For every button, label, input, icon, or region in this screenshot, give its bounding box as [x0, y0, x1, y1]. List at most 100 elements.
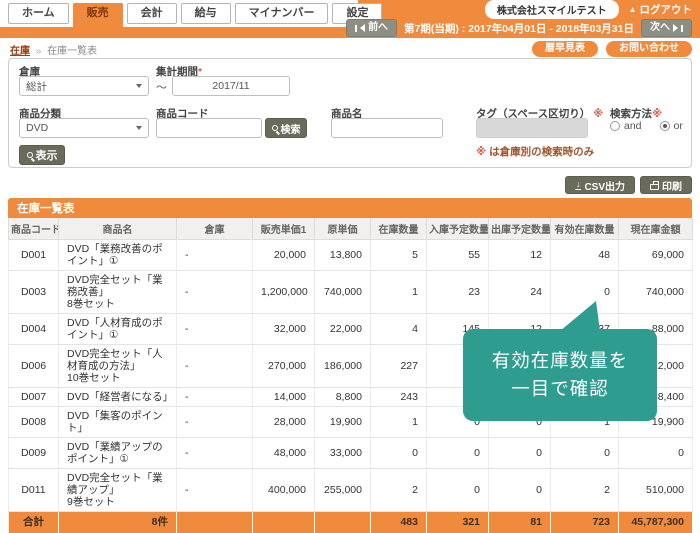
category-select[interactable]: DVD [19, 118, 149, 138]
product-code-cell: D003 [9, 270, 59, 313]
radio-and[interactable]: and [610, 120, 642, 132]
stock-qty-cell: 227 [371, 344, 427, 387]
cost-price-cell: 255,000 [315, 468, 371, 511]
prev-icon [355, 25, 357, 32]
csv-export-button[interactable]: ↓CSV出力 [565, 176, 635, 194]
total-incoming-qty: 321 [427, 511, 489, 533]
search-icon [27, 152, 33, 158]
download-icon: ↓ [575, 181, 582, 190]
effective-qty-cell: 0 [551, 437, 619, 468]
print-button[interactable]: 印刷 [640, 176, 692, 194]
warehouse-cell: - [177, 387, 253, 406]
tab-sales[interactable]: 販売 [73, 3, 123, 28]
product-code-cell: D007 [9, 387, 59, 406]
product-code-cell: D006 [9, 344, 59, 387]
callout-tail [556, 300, 602, 332]
unit-price-cell: 400,000 [253, 468, 315, 511]
total-stock-qty: 483 [371, 511, 427, 533]
col-header-outgoing-qty: 出庫予定数量 [489, 218, 551, 239]
search-icon [272, 125, 278, 131]
cost-price-cell: 19,900 [315, 406, 371, 437]
stock-value-cell: 69,000 [619, 239, 693, 270]
cost-price-cell: 13,800 [315, 239, 371, 270]
product-name-cell: DVD「業績アップのポイント」① [59, 437, 177, 468]
table-row: D009DVD「業績アップのポイント」①-48,00033,00000000 [9, 437, 693, 468]
tab-home[interactable]: ホーム [8, 3, 69, 24]
company-badge: 株式会社スマイルテスト [485, 0, 619, 19]
product-name-cell: DVD完全セット「業務改善」8巻セット [59, 270, 177, 313]
breadcrumb: 在庫 » 在庫一覧表 [10, 42, 97, 57]
tab-mynumber[interactable]: マイナンバー [235, 3, 329, 24]
radio-or[interactable]: or [660, 120, 683, 132]
cheatsheet-button[interactable]: 暦早見表 [532, 41, 598, 57]
col-header-warehouse: 倉庫 [177, 218, 253, 239]
warehouse-cell: - [177, 270, 253, 313]
radio-circle-icon [610, 121, 620, 131]
top-bar: ホーム販売会計給与マイナンバー設定 株式会社スマイルテスト ▲ログアウト 前へ … [0, 0, 700, 38]
table-title: 在庫一覧表 [8, 198, 692, 218]
stock-qty-cell: 0 [371, 437, 427, 468]
total-stock-value: 45,787,300 [619, 511, 693, 533]
stock-qty-cell: 1 [371, 406, 427, 437]
incoming-qty-cell: 0 [427, 468, 489, 511]
stock-qty-cell: 1 [371, 270, 427, 313]
warehouse-cell: - [177, 406, 253, 437]
next-icon [673, 24, 678, 32]
tab-payroll[interactable]: 給与 [181, 3, 231, 24]
contact-button[interactable]: お問い合わせ [606, 41, 692, 57]
warehouse-select[interactable]: 総計 [19, 76, 149, 96]
stock-qty-cell: 2 [371, 468, 427, 511]
breadcrumb-current: 在庫一覧表 [47, 46, 97, 57]
col-header-cost-price: 原単価 [315, 218, 371, 239]
product-code-cell: D001 [9, 239, 59, 270]
fiscal-period-label: 第7期(当期) : 2017年04月01日 - 2018年03月31日 [404, 21, 634, 36]
col-header-stock-qty: 在庫数量 [371, 218, 427, 239]
stock-qty-cell: 4 [371, 313, 427, 344]
warehouse-cell: - [177, 437, 253, 468]
period-input[interactable] [172, 76, 290, 96]
stock-qty-cell: 243 [371, 387, 427, 406]
warehouse-cell: - [177, 344, 253, 387]
table-row: D001DVD「業務改善のポイント」①-20,00013,80055512486… [9, 239, 693, 270]
product-code-cell: D004 [9, 313, 59, 344]
product-name-cell: DVD「人材育成のポイント」① [59, 313, 177, 344]
warehouse-cell: - [177, 239, 253, 270]
tilde-separator: ～ [156, 79, 167, 95]
chevron-down-icon [136, 126, 142, 130]
outgoing-qty-cell: 0 [489, 437, 551, 468]
incoming-qty-cell: 23 [427, 270, 489, 313]
product-name-cell: DVD「業務改善のポイント」① [59, 239, 177, 270]
cost-price-cell: 8,800 [315, 387, 371, 406]
cost-price-cell: 740,000 [315, 270, 371, 313]
warehouse-cell: - [177, 468, 253, 511]
product-name-input[interactable] [331, 118, 443, 138]
unit-price-cell: 48,000 [253, 437, 315, 468]
callout-line1: 有効在庫数量を [492, 350, 629, 372]
next-period-button[interactable]: 次へ [641, 19, 692, 37]
product-code-input[interactable] [156, 118, 262, 138]
stock-qty-cell: 5 [371, 239, 427, 270]
breadcrumb-parent-link[interactable]: 在庫 [10, 46, 30, 57]
stock-value-cell: 0 [619, 437, 693, 468]
total-effective-qty: 723 [551, 511, 619, 533]
callout-line2: 一目で確認 [511, 378, 609, 400]
effective-stock-callout: 有効在庫数量を 一目で確認 [463, 329, 657, 421]
unit-price-cell: 270,000 [253, 344, 315, 387]
product-name-cell: DVD完全セット「業績アップ」9巻セット [59, 468, 177, 511]
product-code-cell: D011 [9, 468, 59, 511]
product-name-cell: DVD完全セット「人材育成の方法」10巻セット [59, 344, 177, 387]
printer-icon [650, 184, 659, 190]
outgoing-qty-cell: 0 [489, 468, 551, 511]
warehouse-cell: - [177, 313, 253, 344]
col-header-stock-value: 現在庫金額 [619, 218, 693, 239]
total-row: 合計 8件 483 321 81 723 45,787,300 [9, 511, 693, 533]
prev-period-button[interactable]: 前へ [346, 19, 397, 37]
unit-price-cell: 32,000 [253, 313, 315, 344]
cost-price-cell: 22,000 [315, 313, 371, 344]
tab-accounting[interactable]: 会計 [127, 3, 177, 24]
show-button[interactable]: 表示 [19, 145, 65, 165]
col-header-effective-qty: 有効在庫数量 [551, 218, 619, 239]
logout-button[interactable]: ▲ログアウト [629, 2, 692, 17]
code-search-button[interactable]: 検索 [265, 118, 307, 138]
incoming-qty-cell: 55 [427, 239, 489, 270]
